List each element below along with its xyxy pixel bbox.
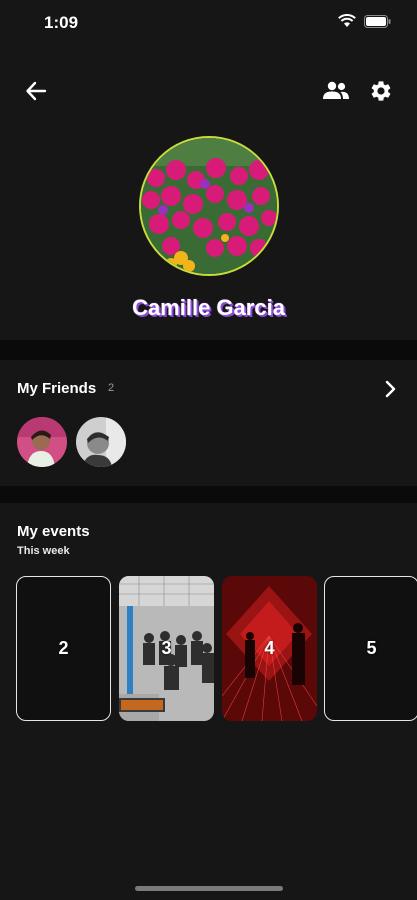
back-button[interactable] <box>20 75 52 107</box>
events-subtitle: This week <box>17 545 70 557</box>
event-card-label: 5 <box>366 638 377 658</box>
friends-see-all-button[interactable] <box>378 377 402 401</box>
event-card-label: 2 <box>58 638 69 658</box>
settings-button[interactable] <box>365 75 397 107</box>
profile-header: Camille Garcia <box>0 48 417 340</box>
event-card-label: 3 <box>161 638 172 658</box>
flower-photo <box>141 138 277 274</box>
friend-avatar[interactable] <box>17 417 67 467</box>
profile-name: Camille Garcia <box>132 295 285 320</box>
chevron-right-icon <box>385 380 396 398</box>
back-arrow-icon <box>26 81 47 101</box>
friends-section: My Friends 2 <box>0 360 417 486</box>
friends-button[interactable] <box>320 75 352 107</box>
event-card[interactable]: 5 <box>324 576 417 721</box>
events-section: My events This week 2 3 4 5 <box>0 503 417 900</box>
battery-icon <box>364 14 391 28</box>
event-card[interactable]: 3 <box>119 576 214 721</box>
event-card[interactable]: 4 <box>222 576 317 721</box>
friends-title: My Friends <box>17 380 97 397</box>
status-time: 1:09 <box>44 13 79 32</box>
home-indicator[interactable] <box>135 886 283 891</box>
status-bar: 1:09 <box>0 0 417 48</box>
status-icons <box>330 14 391 28</box>
wifi-icon <box>338 14 356 27</box>
events-title: My events <box>17 523 90 540</box>
friend-photo <box>17 417 67 467</box>
friend-avatar[interactable] <box>76 417 126 467</box>
friends-count: 2 <box>108 382 115 394</box>
people-icon <box>323 81 349 99</box>
profile-avatar[interactable] <box>139 136 279 276</box>
event-card-label: 4 <box>264 638 275 658</box>
gear-icon <box>371 81 391 101</box>
event-card[interactable]: 2 <box>16 576 111 721</box>
friend-photo <box>76 417 126 467</box>
